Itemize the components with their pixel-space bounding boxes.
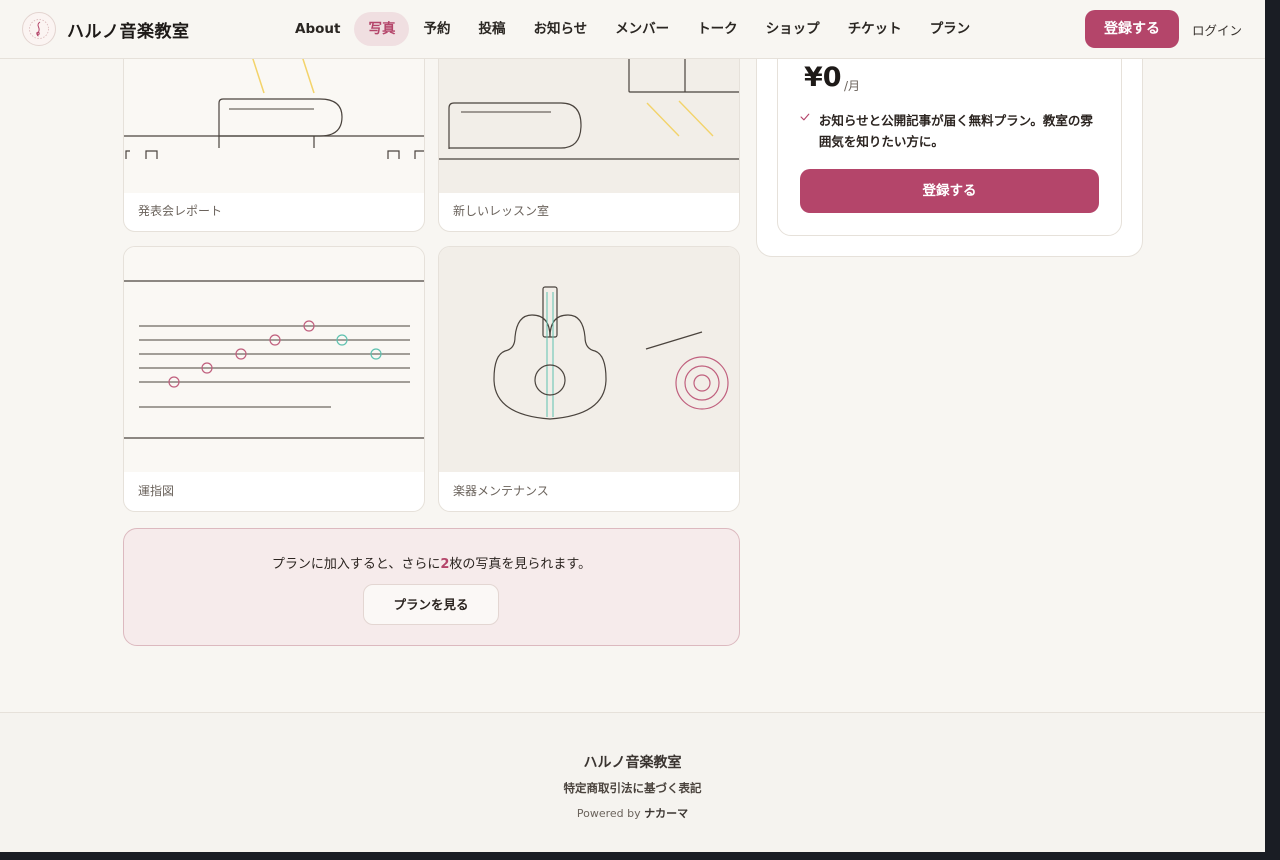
nav-item[interactable]: プラン bbox=[916, 12, 985, 46]
plan-register-button[interactable]: 登録する bbox=[800, 169, 1099, 213]
window-edge bbox=[1265, 0, 1280, 860]
locked-photos-message: プランに加入すると、さらに2枚の写真を見られます。 bbox=[271, 557, 592, 572]
main-nav: About 写真 予約 投稿 お知らせ メンバー トーク ショップ チケット プラン bbox=[281, 12, 984, 46]
powered-by: Powered by ナカーマ bbox=[576, 807, 689, 820]
locked-photos-notice: プランに加入すると、さらに2枚の写真を見られます。 プランを見る bbox=[123, 528, 740, 646]
nav-item[interactable]: トーク bbox=[683, 12, 752, 46]
photo-fingering-chart-illustration bbox=[124, 247, 424, 472]
photo-instrument-maintenance-illustration bbox=[439, 247, 739, 472]
footer: ハルノ音楽教室 特定商取引法に基づく表記 Powered by ナカーマ bbox=[0, 712, 1265, 852]
photo-card[interactable]: 楽器メンテナンス bbox=[438, 246, 740, 512]
nav-item[interactable]: チケット bbox=[834, 12, 916, 46]
photo-caption: 発表会レポート bbox=[138, 204, 223, 218]
nav-item[interactable]: 投稿 bbox=[464, 12, 519, 46]
plan-price: ¥0 bbox=[804, 62, 842, 93]
brand-name: ハルノ音楽教室 bbox=[67, 21, 190, 42]
register-button[interactable]: 登録する bbox=[1085, 10, 1179, 48]
page: 発表会レポート 新しいレッスン室 運指図 楽器メンテナンス プランに加入すると、… bbox=[0, 0, 1265, 852]
check-icon bbox=[800, 113, 810, 121]
plan-price-unit: /月 bbox=[844, 79, 861, 93]
plan-feature-text: お知らせと公開記事が届く無料プラン。教室の雰囲気を知りたい方に。 bbox=[818, 113, 1093, 149]
photo-card[interactable]: 運指図 bbox=[123, 246, 425, 512]
photo-caption: 楽器メンテナンス bbox=[453, 484, 549, 498]
music-note-logo-icon bbox=[22, 12, 56, 46]
commercial-law-link[interactable]: 特定商取引法に基づく表記 bbox=[0, 780, 1265, 796]
nav-item[interactable]: 予約 bbox=[409, 12, 464, 46]
nav-item[interactable]: お知らせ bbox=[519, 12, 601, 46]
plan-feature: お知らせと公開記事が届く無料プラン。教室の雰囲気を知りたい方に。 bbox=[800, 110, 1100, 152]
photo-caption: 運指図 bbox=[138, 484, 175, 498]
login-link[interactable]: ログイン bbox=[1192, 20, 1242, 39]
nav-item[interactable]: ショップ bbox=[752, 12, 834, 46]
site-header: ハルノ音楽教室 About 写真 予約 投稿 お知らせ メンバー トーク ショップ チケット プラ… bbox=[0, 0, 1265, 59]
nav-item[interactable]: About bbox=[281, 12, 354, 46]
nav-item[interactable]: 写真 bbox=[354, 12, 410, 46]
view-plans-button[interactable]: プランを見る bbox=[363, 584, 499, 625]
footer-brand: ハルノ音楽教室 bbox=[583, 755, 682, 771]
nav-item[interactable]: メンバー bbox=[601, 12, 683, 46]
photo-caption: 新しいレッスン室 bbox=[453, 204, 550, 218]
powered-by-brand: ナカーマ bbox=[644, 807, 689, 820]
brand[interactable]: ハルノ音楽教室 bbox=[22, 12, 190, 46]
